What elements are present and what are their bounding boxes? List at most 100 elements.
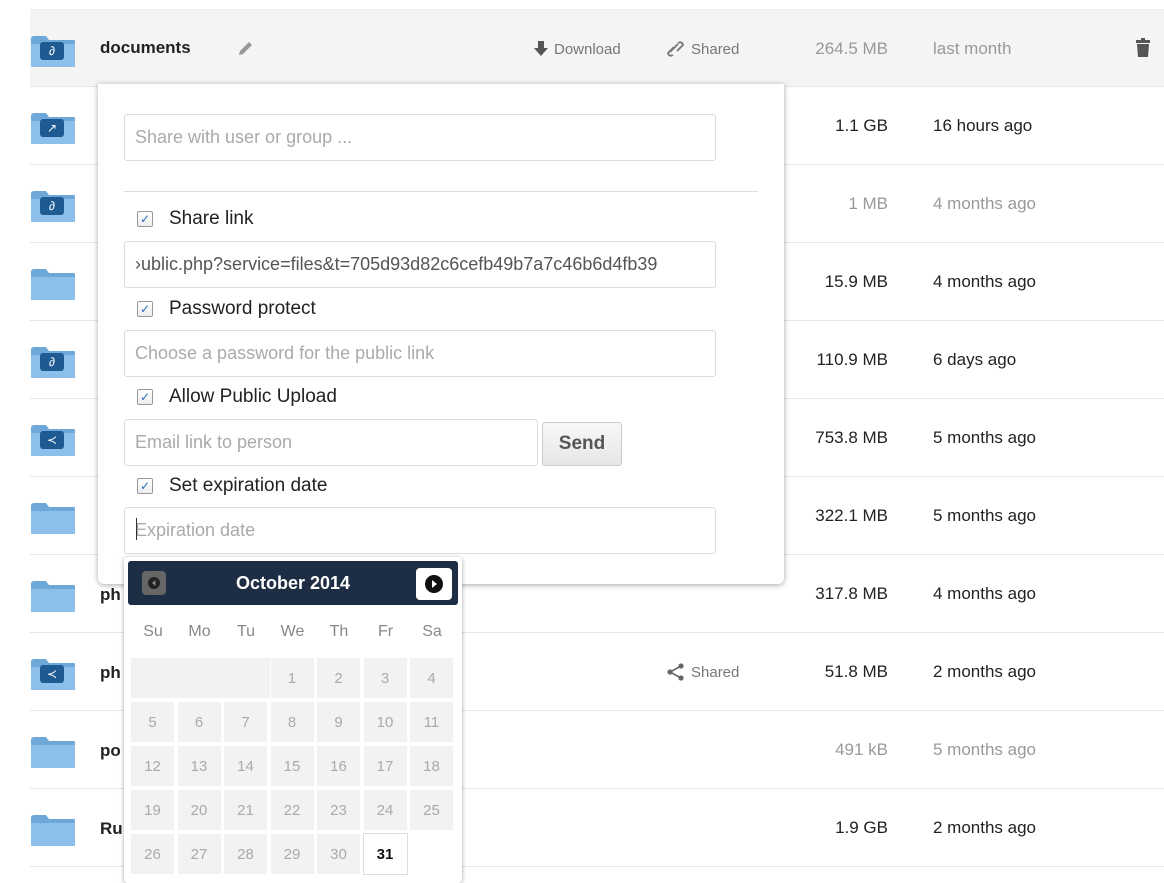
file-modified-date: 16 hours ago — [933, 116, 1033, 135]
calendar-day[interactable]: 23 — [316, 789, 361, 831]
calendar-day[interactable]: 1 — [269, 657, 315, 699]
calendar-day[interactable]: 18 — [409, 745, 454, 787]
calendar-day[interactable]: 4 — [409, 657, 454, 699]
calendar-day[interactable]: 9 — [316, 701, 361, 743]
calendar-day[interactable]: 16 — [316, 745, 361, 787]
calendar-day[interactable]: 14 — [223, 745, 268, 787]
calendar-day[interactable]: 21 — [223, 789, 268, 831]
file-size: 1.1 GB — [835, 116, 888, 135]
calendar-day[interactable]: 17 — [362, 745, 408, 787]
chevron-right-icon — [425, 575, 443, 593]
link-icon: ∂ — [40, 42, 64, 60]
calendar-day[interactable]: 20 — [176, 789, 222, 831]
share-link-url-field[interactable]: ›ublic.php?service=files&t=705d93d82c6ce… — [124, 241, 716, 288]
calendar-day[interactable]: 6 — [176, 701, 222, 743]
shared-folder-icon[interactable]: ≺ — [30, 657, 76, 691]
weekday-header: Su — [143, 623, 163, 640]
file-name[interactable]: ph — [100, 585, 121, 605]
folder-icon[interactable] — [30, 267, 76, 301]
pencil-icon[interactable] — [236, 40, 254, 63]
calendar-day[interactable]: 5 — [130, 701, 175, 743]
checkbox-checked-icon: ✓ — [137, 478, 153, 494]
file-size: 264.5 MB — [815, 39, 888, 58]
email-input[interactable]: Email link to person — [124, 419, 538, 466]
file-size: 110.9 MB — [816, 350, 888, 369]
share-link-checkbox[interactable]: ✓ Share link — [137, 208, 254, 230]
calendar-day[interactable]: 25 — [409, 789, 454, 831]
shared-action[interactable]: Shared — [666, 663, 739, 681]
calendar-day[interactable]: 3 — [362, 657, 408, 699]
empty-day-cell — [130, 657, 271, 699]
file-modified-date: 4 months ago — [933, 584, 1037, 603]
link-icon: ∂ — [40, 353, 64, 371]
download-action[interactable]: Download — [533, 40, 621, 58]
folder-icon[interactable] — [30, 579, 76, 613]
set-expiration-label: Set expiration date — [169, 475, 328, 496]
checkbox-checked-icon: ✓ — [137, 389, 153, 405]
calendar-day[interactable]: 27 — [176, 833, 222, 875]
calendar-day[interactable]: 2 — [316, 657, 361, 699]
calendar-day[interactable]: 31 — [362, 833, 408, 875]
link-icon: ∂ — [40, 197, 64, 215]
file-name[interactable]: Ru — [100, 819, 123, 839]
divider — [124, 191, 758, 192]
folder-icon[interactable] — [30, 501, 76, 535]
checkbox-checked-icon: ✓ — [137, 301, 153, 317]
expiration-date-input[interactable]: Expiration date — [124, 507, 716, 554]
calendar-day[interactable]: 24 — [362, 789, 408, 831]
file-size: 1.9 GB — [835, 818, 888, 837]
link-icon — [667, 41, 684, 57]
set-expiration-checkbox[interactable]: ✓ Set expiration date — [137, 475, 327, 497]
calendar-day[interactable]: 7 — [223, 701, 268, 743]
file-name[interactable]: documents — [100, 38, 191, 58]
calendar-day[interactable]: 13 — [176, 745, 222, 787]
shared-folder-icon[interactable]: ∂ — [30, 189, 76, 223]
file-name[interactable]: po — [100, 741, 121, 761]
checkbox-checked-icon: ✓ — [137, 211, 153, 227]
send-button[interactable]: Send — [542, 422, 622, 466]
calendar-day[interactable]: 19 — [130, 789, 175, 831]
password-protect-checkbox[interactable]: ✓ Password protect — [137, 298, 316, 320]
calendar-day[interactable]: 29 — [269, 833, 315, 875]
file-modified-date: 2 months ago — [933, 818, 1037, 837]
file-modified-date: 4 months ago — [933, 194, 1037, 213]
calendar-day[interactable]: 12 — [130, 745, 175, 787]
folder-icon[interactable] — [30, 813, 76, 847]
trash-icon[interactable] — [1135, 38, 1151, 63]
password-protect-label: Password protect — [169, 298, 316, 319]
next-month-button[interactable] — [416, 568, 452, 600]
shared-folder-icon[interactable]: ↗ — [30, 111, 76, 145]
file-modified-date: 5 months ago — [933, 740, 1037, 759]
shared-action[interactable]: Shared — [666, 40, 739, 58]
folder-shape — [31, 737, 75, 768]
weekday-header: Mo — [188, 623, 211, 640]
allow-public-upload-checkbox[interactable]: ✓ Allow Public Upload — [137, 386, 337, 408]
datepicker: October 2014 Su Mo Tu We Th Fr Sa 1 2 3 4 5 6 7 8 9 10 11… — [124, 557, 462, 883]
download-label: Download — [554, 40, 621, 58]
folder-icon[interactable] — [30, 735, 76, 769]
weekday-header: Fr — [377, 623, 394, 640]
share-with-input[interactable]: Share with user or group ... — [124, 114, 716, 161]
shared-folder-icon[interactable]: ∂ — [30, 34, 76, 68]
file-modified-date: 2 months ago — [933, 662, 1037, 681]
calendar-day[interactable]: 28 — [223, 833, 268, 875]
share-icon: ≺ — [40, 665, 64, 683]
file-row[interactable]: ∂ documents Download Shared 264.5 MB last mon… — [30, 9, 1164, 87]
calendar-day[interactable]: 22 — [269, 789, 315, 831]
calendar-day[interactable]: 30 — [316, 833, 361, 875]
text-cursor — [136, 518, 137, 540]
share-icon — [667, 663, 684, 681]
calendar-day[interactable]: 11 — [409, 701, 454, 743]
datepicker-header: October 2014 — [128, 561, 458, 605]
file-modified-date: 4 months ago — [933, 272, 1037, 291]
password-input[interactable]: Choose a password for the public link — [124, 330, 716, 377]
calendar-day[interactable]: 15 — [269, 745, 315, 787]
file-modified-date: last month — [933, 39, 1012, 58]
shared-folder-icon[interactable]: ≺ — [30, 423, 76, 457]
calendar-day[interactable]: 10 — [362, 701, 408, 743]
calendar-day[interactable]: 26 — [130, 833, 175, 875]
weekday-header: We — [280, 623, 305, 640]
shared-folder-icon[interactable]: ∂ — [30, 345, 76, 379]
file-name[interactable]: ph — [100, 663, 121, 683]
calendar-day[interactable]: 8 — [269, 701, 315, 743]
